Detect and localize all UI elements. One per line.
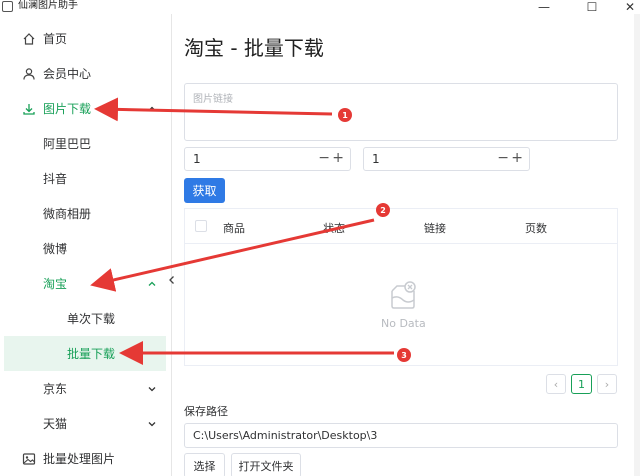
- increment-button[interactable]: +: [332, 150, 344, 166]
- open-folder-button[interactable]: 打开文件夹: [231, 453, 301, 476]
- sidebar-item-label: 单次下载: [67, 312, 116, 326]
- image-link-placeholder: 图片链接: [193, 94, 233, 105]
- chevron-up-icon: [148, 281, 156, 286]
- maximize-button[interactable]: ☐: [583, 0, 601, 14]
- results-table: 商品 状态 链接 页数 No Data: [184, 208, 618, 366]
- save-path-input[interactable]: C:\Users\Administrator\Desktop\3: [184, 423, 618, 448]
- sidebar-item-label: 批量下载: [67, 347, 116, 361]
- choose-button[interactable]: 选择: [184, 453, 225, 476]
- stepper-value[interactable]: 1: [372, 152, 380, 166]
- sidebar-item-jd[interactable]: 京东: [0, 371, 172, 406]
- start-page-stepper[interactable]: 1 − +: [184, 147, 351, 171]
- page-number-button[interactable]: 1: [571, 374, 592, 394]
- stepper-value[interactable]: 1: [193, 152, 201, 166]
- sidebar-item-member[interactable]: 会员中心: [0, 56, 172, 91]
- window-title: 仙澜图片助手: [18, 0, 78, 11]
- sidebar-item-label: 首页: [43, 32, 68, 46]
- sidebar-item-home[interactable]: 首页: [0, 21, 172, 56]
- sidebar-item-batch-download[interactable]: 批量下载: [4, 336, 166, 371]
- sidebar-item-label: 批量处理图片: [43, 452, 116, 466]
- empty-box-icon: [391, 281, 416, 309]
- sidebar-item-label: 京东: [43, 382, 68, 396]
- sidebar: 首页 会员中心 图片下载 阿里巴巴 抖音 微商相册 微博 淘宝 单次下载 批量下…: [0, 14, 172, 476]
- end-page-stepper[interactable]: 1 − +: [363, 147, 530, 171]
- sidebar-item-label: 会员中心: [43, 67, 92, 81]
- sidebar-item-label: 抖音: [43, 172, 68, 186]
- column-header-status: 状态: [323, 222, 345, 235]
- home-icon: [21, 31, 36, 46]
- column-header-link: 链接: [424, 222, 446, 235]
- image-link-textarea[interactable]: 图片链接: [184, 83, 618, 141]
- chevron-down-icon: [148, 386, 156, 391]
- next-page-button[interactable]: ›: [597, 374, 617, 394]
- chevron-left-icon: [169, 276, 174, 284]
- chevron-up-icon: [148, 106, 156, 111]
- sidebar-item-douyin[interactable]: 抖音: [0, 161, 172, 196]
- decrement-button[interactable]: −: [318, 150, 330, 166]
- scrollbar[interactable]: [634, 14, 640, 476]
- sidebar-item-single-download[interactable]: 单次下载: [0, 301, 172, 336]
- increment-button[interactable]: +: [511, 150, 523, 166]
- page-title: 淘宝 - 批量下载: [184, 36, 324, 60]
- sidebar-item-label: 淘宝: [43, 277, 68, 291]
- download-icon: [21, 101, 36, 116]
- decrement-button[interactable]: −: [497, 150, 509, 166]
- annotation-badge-3: 3: [397, 348, 411, 362]
- close-button[interactable]: ✕: [621, 0, 639, 14]
- sidebar-item-image-download[interactable]: 图片下载: [0, 91, 172, 126]
- table-header: 商品 状态 链接 页数: [185, 209, 617, 244]
- sidebar-item-taobao[interactable]: 淘宝: [0, 266, 172, 301]
- sidebar-item-batch-process[interactable]: 批量处理图片: [0, 441, 172, 476]
- sidebar-item-alibaba[interactable]: 阿里巴巴: [0, 126, 172, 161]
- minimize-button[interactable]: —: [535, 0, 553, 14]
- app-logo-icon: [2, 1, 13, 12]
- prev-page-button[interactable]: ‹: [546, 374, 566, 394]
- sidebar-item-weibo[interactable]: 微博: [0, 231, 172, 266]
- sidebar-item-label: 天猫: [43, 417, 68, 431]
- column-header-product: 商品: [223, 222, 245, 235]
- select-all-checkbox[interactable]: [195, 220, 207, 232]
- title-bar: 仙澜图片助手 — ☐ ✕: [0, 0, 640, 14]
- image-icon: [21, 451, 36, 466]
- annotation-badge-2: 2: [376, 203, 390, 217]
- sidebar-item-weishang[interactable]: 微商相册: [0, 196, 172, 231]
- sidebar-item-label: 阿里巴巴: [43, 137, 92, 151]
- column-header-pages: 页数: [525, 222, 547, 235]
- save-path-label: 保存路径: [184, 405, 228, 418]
- empty-text: No Data: [381, 317, 426, 330]
- sidebar-item-label: 微博: [43, 242, 68, 256]
- sidebar-item-label: 微商相册: [43, 207, 92, 221]
- sidebar-item-tmall[interactable]: 天猫: [0, 406, 172, 441]
- collapse-sidebar-button[interactable]: [166, 272, 178, 288]
- user-icon: [21, 66, 36, 81]
- chevron-down-icon: [148, 421, 156, 426]
- sidebar-item-label: 图片下载: [43, 102, 92, 116]
- fetch-button[interactable]: 获取: [184, 178, 225, 203]
- annotation-badge-1: 1: [338, 108, 352, 122]
